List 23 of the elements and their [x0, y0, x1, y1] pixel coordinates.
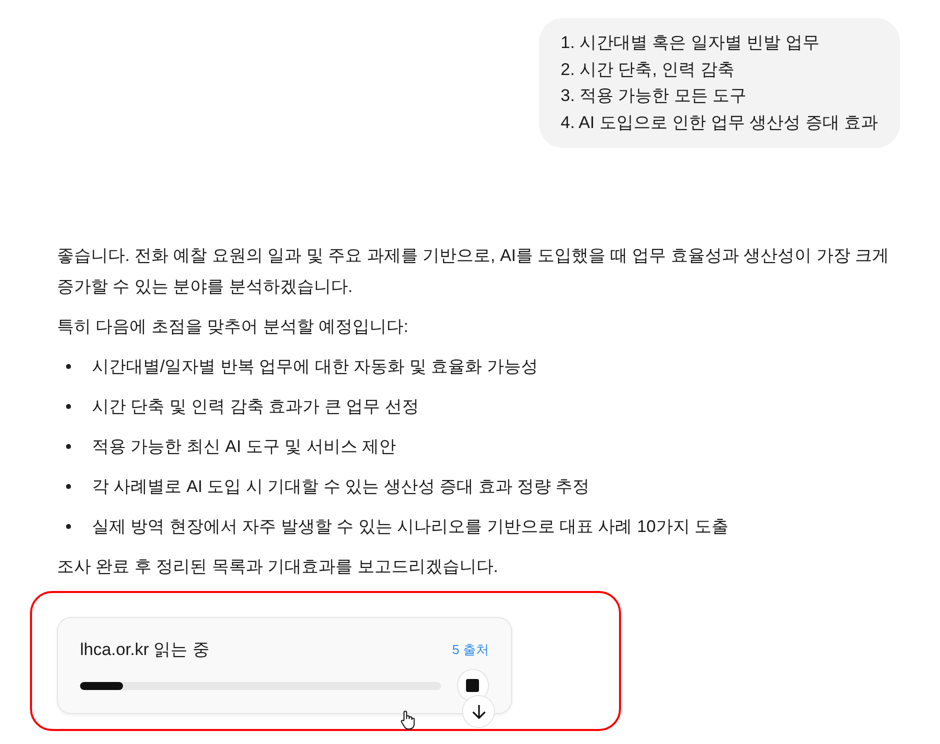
paragraph: 좋습니다. 전화 예찰 요원의 일과 및 주요 과제를 기반으로, AI를 도입했을 때 업무 효율성과 생산성이 가장 크게 증가할 수 있는 분야를 분석하겠습니다. — [57, 245, 890, 298]
bullet-icon — [66, 364, 71, 369]
list-item: 4. AI 도입으로 인한 업무 생산성 증대 효과 — [560, 112, 878, 134]
bullet-icon — [66, 444, 71, 449]
arrow-down-icon — [470, 704, 486, 720]
paragraph: 조사 완료 후 정리된 목록과 기대효과를 보고드리겠습니다. — [57, 556, 500, 578]
list-item: 1. 시간대별 혹은 일자별 빈발 업무 — [560, 32, 820, 54]
list-item: 2. 시간 단축, 인력 감축 — [560, 58, 736, 80]
status-text: lhca.or.kr 읽는 중 — [80, 639, 210, 661]
bullet-icon — [66, 404, 71, 409]
paragraph: 특히 다음에 초점을 맞추어 분석할 예정입니다: — [57, 316, 410, 338]
bullet-icon — [66, 484, 71, 489]
bullet-text: 적용 가능한 최신 AI 도구 및 서비스 제안 — [92, 436, 396, 458]
bullet-text: 각 사례별로 AI 도입 시 기대할 수 있는 생산성 증대 효과 정량 추정 — [92, 476, 590, 498]
sources-link[interactable]: 5 출처 — [452, 634, 489, 665]
bullet-icon — [66, 524, 71, 529]
bullet-text: 실제 방역 현장에서 자주 발생할 수 있는 시나리오를 기반으로 대표 사례 10가지 도출 — [92, 516, 729, 538]
list-item: 3. 적용 가능한 모든 도구 — [560, 85, 748, 107]
bullet-text: 시간 단축 및 인력 감축 효과가 큰 업무 선정 — [92, 396, 419, 418]
bullet-text: 시간대별/일자별 반복 업무에 대한 자동화 및 효율화 가능성 — [92, 356, 538, 378]
stop-icon — [466, 679, 480, 692]
stop-button[interactable] — [456, 669, 489, 702]
scroll-down-button[interactable] — [462, 695, 495, 728]
